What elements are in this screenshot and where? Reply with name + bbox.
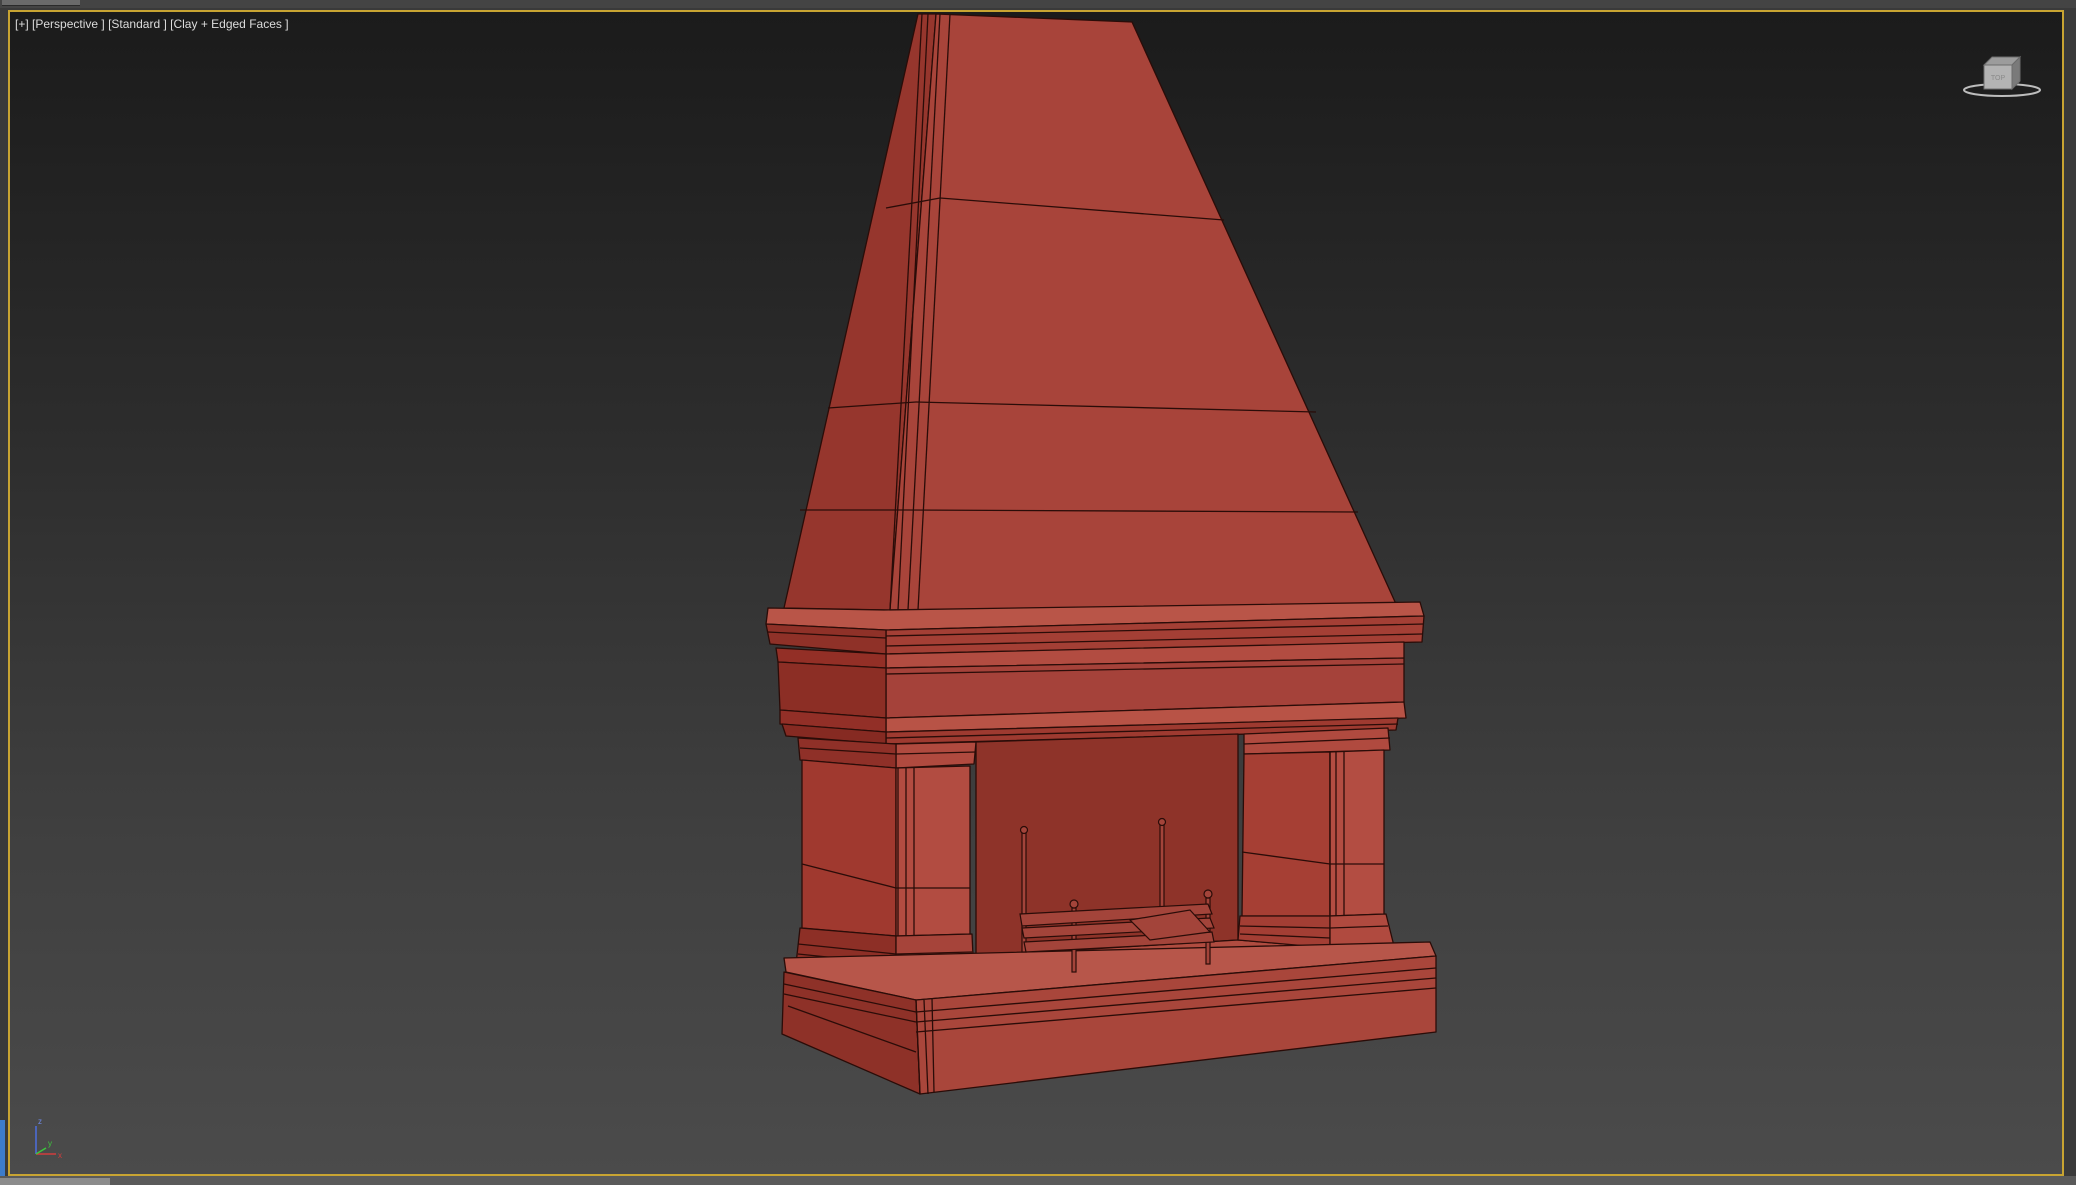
perspective-viewport[interactable]: [+] [Perspective ] [Standard ] [Clay + E… <box>8 10 2064 1176</box>
bottom-strip <box>0 1176 2076 1185</box>
left-pillar-front <box>895 765 971 937</box>
viewcube-icon[interactable]: TOP <box>1962 47 2042 107</box>
axis-y-label: y <box>48 1139 52 1148</box>
top-menu-strip <box>0 0 2076 8</box>
left-capital-front <box>895 741 977 769</box>
mantel-band-side <box>777 661 887 719</box>
axis-z-label: z <box>38 1117 42 1126</box>
right-pillar-front <box>1241 751 1331 917</box>
fireplace-model[interactable] <box>10 12 2062 1174</box>
top-tab[interactable] <box>2 0 80 6</box>
axis-tripod-icon: z x y <box>35 1117 62 1160</box>
right-pillar-side <box>1329 749 1385 917</box>
bottom-tab[interactable] <box>0 1178 110 1185</box>
axis-x-label: x <box>58 1151 62 1160</box>
chimney-hood-front <box>889 13 1397 611</box>
viewcube-face-label: TOP <box>1991 75 2006 82</box>
left-pillar-side <box>801 759 897 937</box>
